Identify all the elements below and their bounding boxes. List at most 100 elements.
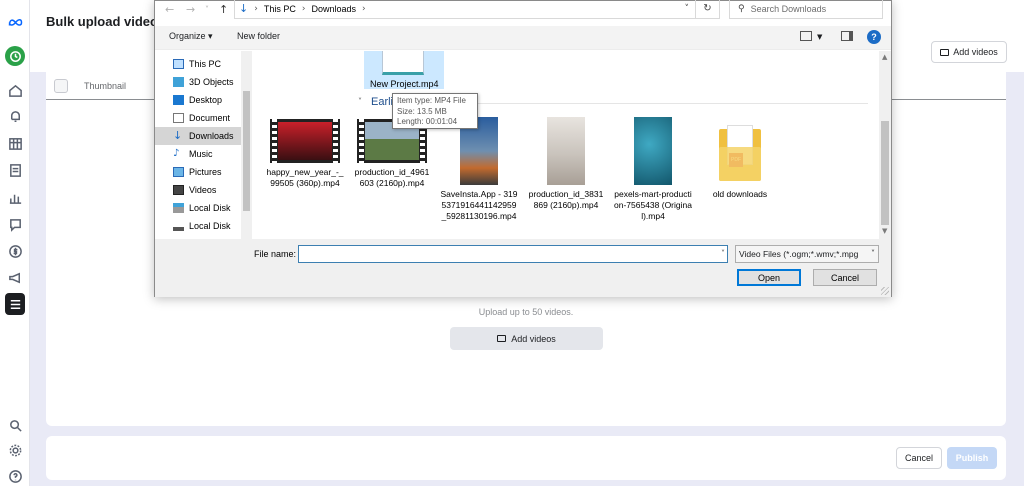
chat-icon[interactable] <box>5 214 25 234</box>
chevron-down-icon[interactable]: ˅ <box>685 4 690 14</box>
selected-file-name[interactable]: New Project.mp4 <box>370 79 439 89</box>
group-collapse-icon[interactable]: ˅ <box>358 97 362 106</box>
forward-arrow-icon[interactable]: → <box>186 3 195 16</box>
nav-item-this-pc[interactable]: This PC <box>155 55 241 73</box>
chevron-down-icon[interactable]: ˅ <box>721 249 725 258</box>
nav-item-pictures[interactable]: Pictures <box>155 163 241 181</box>
tooltip-size: Size: 13.5 MB <box>397 106 447 116</box>
home-icon[interactable] <box>5 80 25 100</box>
dialog-footer: File name: ˅ Video Files (*.ogm;*.wmv;*.… <box>155 239 891 297</box>
add-videos-button[interactable]: Add videos <box>450 327 603 350</box>
footer-bar: Cancel Publish <box>46 436 1006 480</box>
file-name-input[interactable]: ˅ <box>298 245 728 263</box>
dialog-cancel-button[interactable]: Cancel <box>813 269 877 286</box>
insights-icon[interactable] <box>5 187 25 207</box>
file-item[interactable]: pexels-mart-production-7565438 (Original… <box>614 117 692 222</box>
nav-item-label: Desktop <box>189 95 223 105</box>
breadcrumb-downloads[interactable]: Downloads <box>311 4 356 14</box>
nav-item-3d-objects[interactable]: 3D Objects <box>155 73 241 91</box>
help-icon[interactable] <box>5 466 25 486</box>
new-folder-button[interactable]: New folder <box>237 31 280 41</box>
calendar-icon[interactable] <box>5 133 25 153</box>
file-item[interactable]: SaveInsta.App - 3195371916441142959_5928… <box>440 117 518 222</box>
refresh-button[interactable]: ↻ <box>696 0 720 19</box>
nav-item-label: 3D Objects <box>189 77 234 87</box>
nav-item-local-disk-2[interactable]: Local Disk <box>155 217 241 235</box>
nav-item-desktop[interactable]: Desktop <box>155 91 241 109</box>
dollar-icon[interactable] <box>5 241 25 261</box>
chevron-right-icon: › <box>254 3 258 14</box>
nav-item-label: Pictures <box>189 167 222 177</box>
preview-pane-icon[interactable] <box>841 31 853 41</box>
file-item[interactable]: production_id_4961603 (2160p).mp4 <box>353 119 431 189</box>
open-button[interactable]: Open <box>737 269 801 286</box>
folder-icon: PDF <box>719 125 761 181</box>
file-name-label: File name: <box>254 249 297 259</box>
nav-item-label: Local Disk <box>189 221 231 231</box>
scroll-down-icon[interactable]: ▼ <box>882 227 887 235</box>
folder-item[interactable]: PDF old downloads <box>701 121 779 200</box>
bell-icon[interactable] <box>5 106 25 126</box>
nav-item-label: Downloads <box>189 131 234 141</box>
disk-icon <box>173 203 184 213</box>
music-icon: ♪ <box>173 148 180 159</box>
videos-icon <box>173 185 184 195</box>
settings-icon[interactable] <box>5 440 25 460</box>
thumbnail-column-header: Thumbnail <box>84 81 127 91</box>
breadcrumb-this-pc[interactable]: This PC <box>264 4 296 14</box>
megaphone-icon[interactable] <box>5 267 25 287</box>
menu-icon[interactable] <box>5 293 25 315</box>
video-thumbnail <box>270 119 340 163</box>
file-list: New Project.mp4 ˅ Earli happy_new_year_-… <box>254 51 879 239</box>
nav-item-music[interactable]: ♪ Music <box>155 145 241 163</box>
nav-scrollbar[interactable] <box>241 51 252 239</box>
navigation-pane: This PC 3D Objects Desktop Document ↓ Do… <box>155 51 253 239</box>
organize-button[interactable]: Organize ▾ <box>169 31 213 42</box>
view-dropdown-icon[interactable]: ▼ <box>817 33 822 41</box>
file-type-select[interactable]: Video Files (*.ogm;*.wmv;*.mpg ˅ <box>735 245 879 263</box>
content-icon[interactable] <box>5 160 25 180</box>
pc-icon <box>173 59 184 69</box>
document-icon <box>173 113 184 123</box>
nav-item-label: Videos <box>189 185 217 195</box>
file-item[interactable]: production_id_3831869 (2160p).mp4 <box>527 117 605 211</box>
file-list-scrollbar-thumb[interactable] <box>881 121 889 225</box>
scroll-up-icon[interactable]: ▲ <box>882 53 887 61</box>
nav-scrollbar-thumb[interactable] <box>243 91 250 211</box>
file-item[interactable]: happy_new_year_-_99505 (360p).mp4 <box>266 119 344 189</box>
help-icon[interactable]: ? <box>867 30 881 44</box>
nav-item-local-disk-1[interactable]: Local Disk <box>155 199 241 217</box>
clock-icon[interactable] <box>5 46 25 66</box>
meta-logo-icon[interactable] <box>5 12 25 32</box>
up-arrow-icon[interactable]: ↑ <box>219 3 228 16</box>
add-videos-button-top[interactable]: Add videos <box>931 41 1007 63</box>
left-rail <box>0 0 30 486</box>
search-icon[interactable] <box>5 415 25 435</box>
download-icon: ↓ <box>173 129 183 142</box>
video-icon <box>497 335 507 342</box>
nav-item-documents[interactable]: Document <box>155 109 241 127</box>
file-name: pexels-mart-production-7565438 (Original… <box>614 189 692 221</box>
video-icon <box>940 48 950 56</box>
file-info-tooltip: Item type: MP4 File Size: 13.5 MB Length… <box>392 93 478 129</box>
publish-button[interactable]: Publish <box>947 447 997 469</box>
file-name: SaveInsta.App - 3195371916441142959_5928… <box>440 189 518 221</box>
select-all-checkbox[interactable] <box>54 79 68 93</box>
file-list-scrollbar[interactable]: ▲ ▼ <box>879 51 891 239</box>
resize-grip[interactable] <box>881 287 889 295</box>
group-header-earlier[interactable]: Earli <box>371 96 393 108</box>
view-options-icon[interactable] <box>800 31 812 41</box>
folder-name: old downloads <box>712 189 768 199</box>
back-arrow-icon[interactable]: ← <box>165 3 174 16</box>
nav-item-label: Music <box>189 149 213 159</box>
recent-dropdown-icon[interactable]: ˅ <box>205 5 209 14</box>
search-downloads-input[interactable]: ⚲ Search Downloads <box>729 0 883 19</box>
download-location-icon: ↓ <box>239 2 249 15</box>
breadcrumb[interactable]: ↓ › This PC › Downloads › ˅ <box>234 0 696 19</box>
refresh-icon: ↻ <box>703 3 712 14</box>
cancel-button[interactable]: Cancel <box>896 447 942 469</box>
search-icon: ⚲ <box>738 3 745 14</box>
nav-item-videos[interactable]: Videos <box>155 181 241 199</box>
nav-item-downloads[interactable]: ↓ Downloads <box>155 127 241 145</box>
chevron-down-icon: ˅ <box>871 249 875 258</box>
